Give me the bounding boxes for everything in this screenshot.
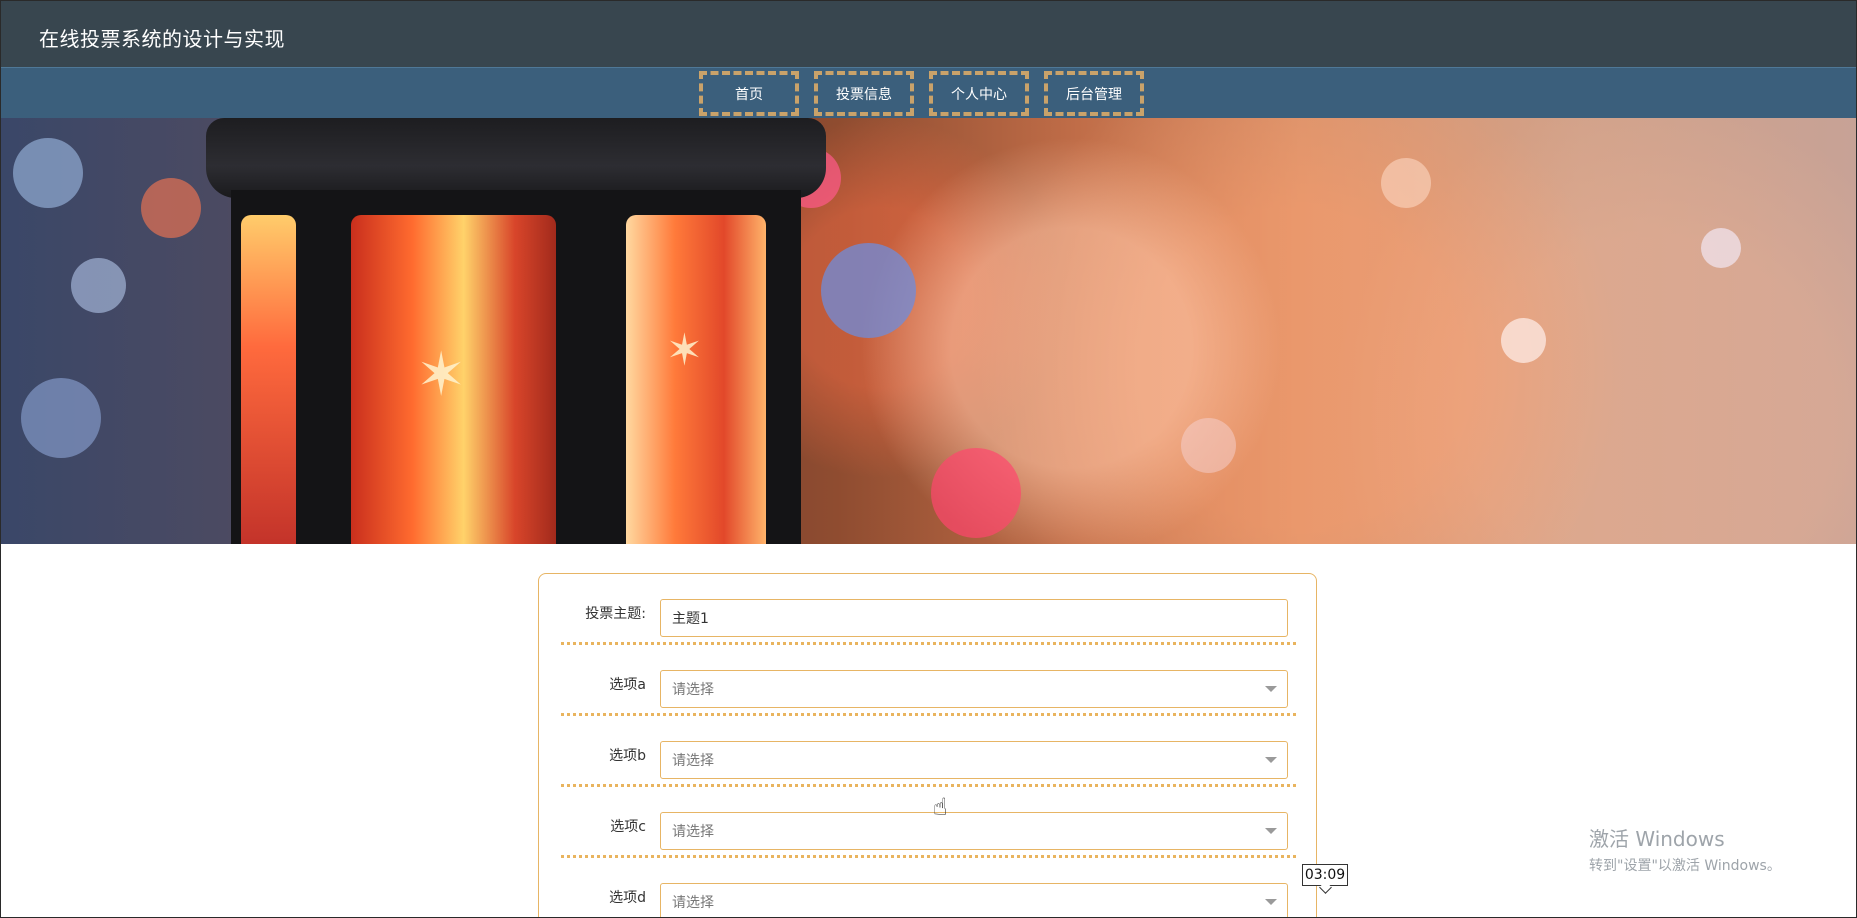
option-c-placeholder: 请选择 — [672, 824, 714, 840]
form-row-topic: 投票主题: 主题1 — [561, 574, 1296, 645]
nav-item-personal-center[interactable]: 个人中心 — [929, 71, 1029, 116]
form-row-option-c: 选项c 请选择 — [561, 787, 1296, 858]
option-b-select[interactable]: 请选择 — [660, 741, 1288, 779]
nav-item-admin[interactable]: 后台管理 — [1044, 71, 1144, 116]
nav-item-vote-info[interactable]: 投票信息 — [814, 71, 914, 116]
time-tooltip: 03:09 — [1302, 864, 1348, 886]
page: 在线投票系统的设计与实现 首页 投票信息 个人中心 后台管理 ✶ ✶ 投票主题:… — [0, 0, 1857, 918]
chevron-down-icon — [1265, 757, 1277, 763]
option-d-placeholder: 请选择 — [672, 895, 714, 911]
nav-item-home[interactable]: 首页 — [699, 71, 799, 116]
nav-items: 首页 投票信息 个人中心 后台管理 — [699, 71, 1144, 116]
chevron-down-icon — [1265, 686, 1277, 692]
top-header: 在线投票系统的设计与实现 — [1, 1, 1856, 67]
option-c-label: 选项c — [610, 819, 646, 835]
main-nav: 首页 投票信息 个人中心 后台管理 — [1, 67, 1856, 118]
form-row-option-b: 选项b 请选择 — [561, 716, 1296, 787]
vote-form: 投票主题: 主题1 选项a 请选择 选项b 请选择 选项c 请选择 选项d 请选… — [538, 573, 1317, 917]
option-b-label: 选项b — [609, 748, 646, 764]
chevron-down-icon — [1265, 899, 1277, 905]
option-d-select[interactable]: 请选择 — [660, 883, 1288, 917]
option-a-label: 选项a — [609, 677, 646, 693]
banner-carousel: ✶ ✶ — [1, 118, 1856, 544]
site-title: 在线投票系统的设计与实现 — [39, 27, 285, 51]
watermark-title: 激活 Windows — [1589, 827, 1725, 851]
topic-input[interactable]: 主题1 — [660, 599, 1288, 637]
option-c-select[interactable]: 请选择 — [660, 812, 1288, 850]
windows-activation-watermark: 激活 Windows 转到"设置"以激活 Windows。 — [1589, 823, 1781, 875]
watermark-subtitle: 转到"设置"以激活 Windows。 — [1589, 858, 1781, 874]
form-row-option-a: 选项a 请选择 — [561, 645, 1296, 716]
option-d-label: 选项d — [609, 890, 646, 906]
lantern-image: ✶ ✶ — [206, 118, 826, 544]
hand-cursor-icon: ☝ — [933, 793, 948, 821]
option-a-placeholder: 请选择 — [672, 682, 714, 698]
option-a-select[interactable]: 请选择 — [660, 670, 1288, 708]
topic-label: 投票主题: — [585, 606, 646, 622]
form-row-option-d: 选项d 请选择 — [561, 858, 1296, 917]
chevron-down-icon — [1265, 828, 1277, 834]
option-b-placeholder: 请选择 — [672, 753, 714, 769]
